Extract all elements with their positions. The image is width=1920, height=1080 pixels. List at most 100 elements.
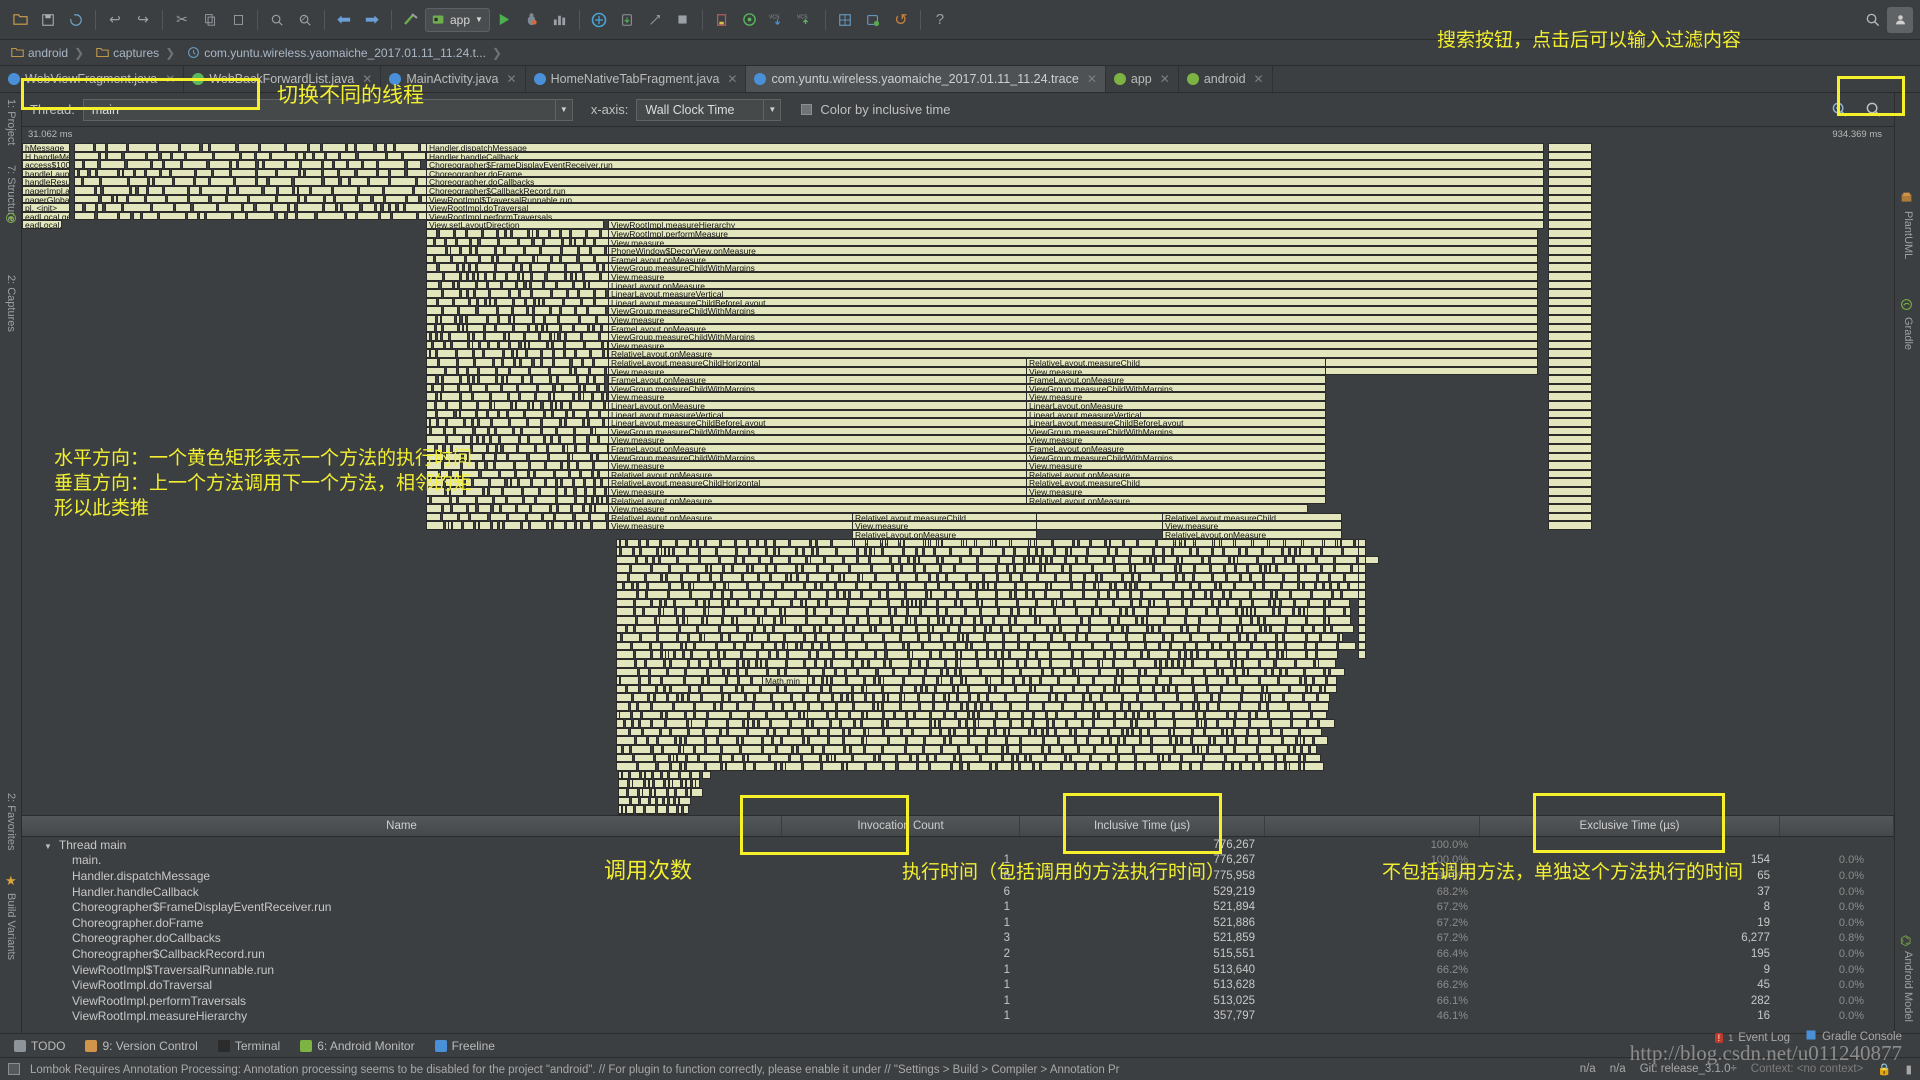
flame-frame[interactable] [1183, 590, 1193, 599]
flame-frame[interactable] [916, 599, 920, 608]
flame-frame[interactable] [629, 573, 645, 582]
flame-frame[interactable] [580, 315, 596, 324]
flame-frame[interactable] [796, 590, 808, 599]
flame-frame[interactable] [479, 367, 496, 376]
flame-frame[interactable] [979, 711, 996, 720]
flame-frame[interactable] [1149, 728, 1168, 737]
flame-frame[interactable] [79, 169, 89, 178]
flame-frame[interactable] [836, 582, 856, 591]
flame-frame[interactable] [1110, 539, 1124, 548]
flame-frame[interactable] [671, 728, 688, 737]
flame-frame[interactable] [1113, 625, 1122, 634]
flame-frame[interactable] [1110, 616, 1118, 625]
flame-frame[interactable] [776, 590, 796, 599]
flame-frame[interactable] [557, 478, 561, 487]
flame-frame[interactable] [717, 547, 736, 556]
flame-frame[interactable] [1229, 633, 1240, 642]
flame-frame[interactable] [1243, 685, 1262, 694]
flame-frame[interactable] [534, 238, 543, 247]
tool-window-freeline[interactable]: Freeline [435, 1039, 495, 1053]
flame-frame[interactable] [498, 229, 505, 238]
flame-frame[interactable] [805, 659, 815, 668]
flame-frame[interactable] [712, 590, 723, 599]
flame-frame[interactable] [659, 616, 677, 625]
flame-frame[interactable] [1051, 582, 1072, 591]
flame-frame[interactable] [1102, 573, 1122, 582]
flame-frame[interactable] [589, 435, 599, 444]
flame-frame[interactable] [650, 797, 656, 806]
flame-frame[interactable] [865, 745, 882, 754]
flame-frame[interactable] [584, 504, 590, 513]
flame-frame[interactable] [683, 693, 688, 702]
flame-frame[interactable] [502, 281, 515, 290]
flame-frame[interactable] [1241, 616, 1252, 625]
flame-frame[interactable] [635, 805, 644, 814]
flame-frame[interactable] [813, 547, 817, 556]
flame-frame[interactable] [175, 203, 191, 212]
flame-frame[interactable] [582, 298, 595, 307]
flame-frame[interactable] [854, 539, 867, 548]
flame-frame[interactable] [1037, 599, 1052, 608]
flame-frame[interactable] [1040, 616, 1059, 625]
flame-frame-main[interactable]: View.measure [608, 315, 1538, 324]
flame-frame[interactable] [680, 771, 690, 780]
flame-frame[interactable] [723, 693, 730, 702]
flame-frame[interactable] [1132, 599, 1140, 608]
flame-frame[interactable] [1197, 642, 1211, 651]
flame-frame[interactable] [1235, 582, 1254, 591]
flame-frame[interactable] [1025, 564, 1040, 573]
flame-frame[interactable] [529, 435, 544, 444]
flame-frame[interactable] [688, 547, 699, 556]
flame-frame[interactable] [618, 788, 627, 797]
flame-frame[interactable] [1271, 719, 1291, 728]
flame-frame[interactable] [1037, 650, 1050, 659]
flame-frame[interactable] [898, 573, 917, 582]
flame-frame-main[interactable]: LinearLayout.measureChildBeforeLayout [608, 298, 1538, 307]
flame-frame[interactable] [1235, 539, 1251, 548]
flame-frame[interactable] [511, 478, 518, 487]
flame-frame[interactable] [823, 702, 835, 711]
flame-frame-main[interactable]: Choreographer$CallbackRecord.run [426, 186, 1544, 195]
flame-frame[interactable] [1010, 616, 1015, 625]
table-row[interactable]: Choreographer$FrameDisplayEventReceiver.… [22, 899, 1894, 915]
flame-frame[interactable] [333, 186, 357, 195]
flame-frame[interactable] [426, 401, 435, 410]
flame-frame[interactable] [557, 281, 573, 290]
flame-frame[interactable] [1272, 728, 1281, 737]
flame-frame[interactable] [1222, 745, 1234, 754]
flame-frame[interactable] [474, 349, 482, 358]
flame-frame[interactable] [761, 659, 766, 668]
flame-frame[interactable] [1105, 650, 1114, 659]
flame-frame[interactable] [1102, 693, 1123, 702]
flame-frame[interactable] [851, 745, 864, 754]
flame-frame[interactable] [1091, 539, 1105, 548]
flame-frame[interactable] [645, 771, 652, 780]
flame-frame[interactable] [991, 762, 996, 771]
flame-frame[interactable] [1253, 599, 1269, 608]
flame-frame[interactable] [885, 659, 889, 668]
flame-frame[interactable] [955, 642, 966, 651]
flame-frame[interactable] [376, 203, 382, 212]
flame-frame[interactable] [552, 255, 559, 264]
flame-frame[interactable] [995, 719, 1010, 728]
flame-frame[interactable] [969, 736, 986, 745]
flame-frame[interactable] [1312, 711, 1327, 720]
flame-frame[interactable] [359, 186, 383, 195]
flame-frame[interactable] [661, 539, 677, 548]
flame-frame[interactable] [243, 203, 254, 212]
flame-frame[interactable] [1275, 599, 1280, 608]
flame-frame[interactable] [918, 762, 929, 771]
flame-frame[interactable] [1071, 564, 1092, 573]
table-row[interactable]: ▼Thread main776,267100.0% [22, 837, 1894, 853]
flame-frame[interactable] [323, 160, 333, 169]
flame-frame[interactable] [514, 298, 525, 307]
flame-frame[interactable] [813, 719, 830, 728]
flame-frame[interactable] [461, 289, 467, 298]
flame-frame[interactable] [1011, 625, 1026, 634]
flame-frame[interactable] [642, 711, 661, 720]
flame-frame[interactable] [1205, 711, 1227, 720]
flame-frame[interactable] [362, 203, 375, 212]
flame-frame[interactable] [442, 332, 449, 341]
flame-frame[interactable] [809, 736, 828, 745]
flame-frame[interactable] [686, 711, 695, 720]
